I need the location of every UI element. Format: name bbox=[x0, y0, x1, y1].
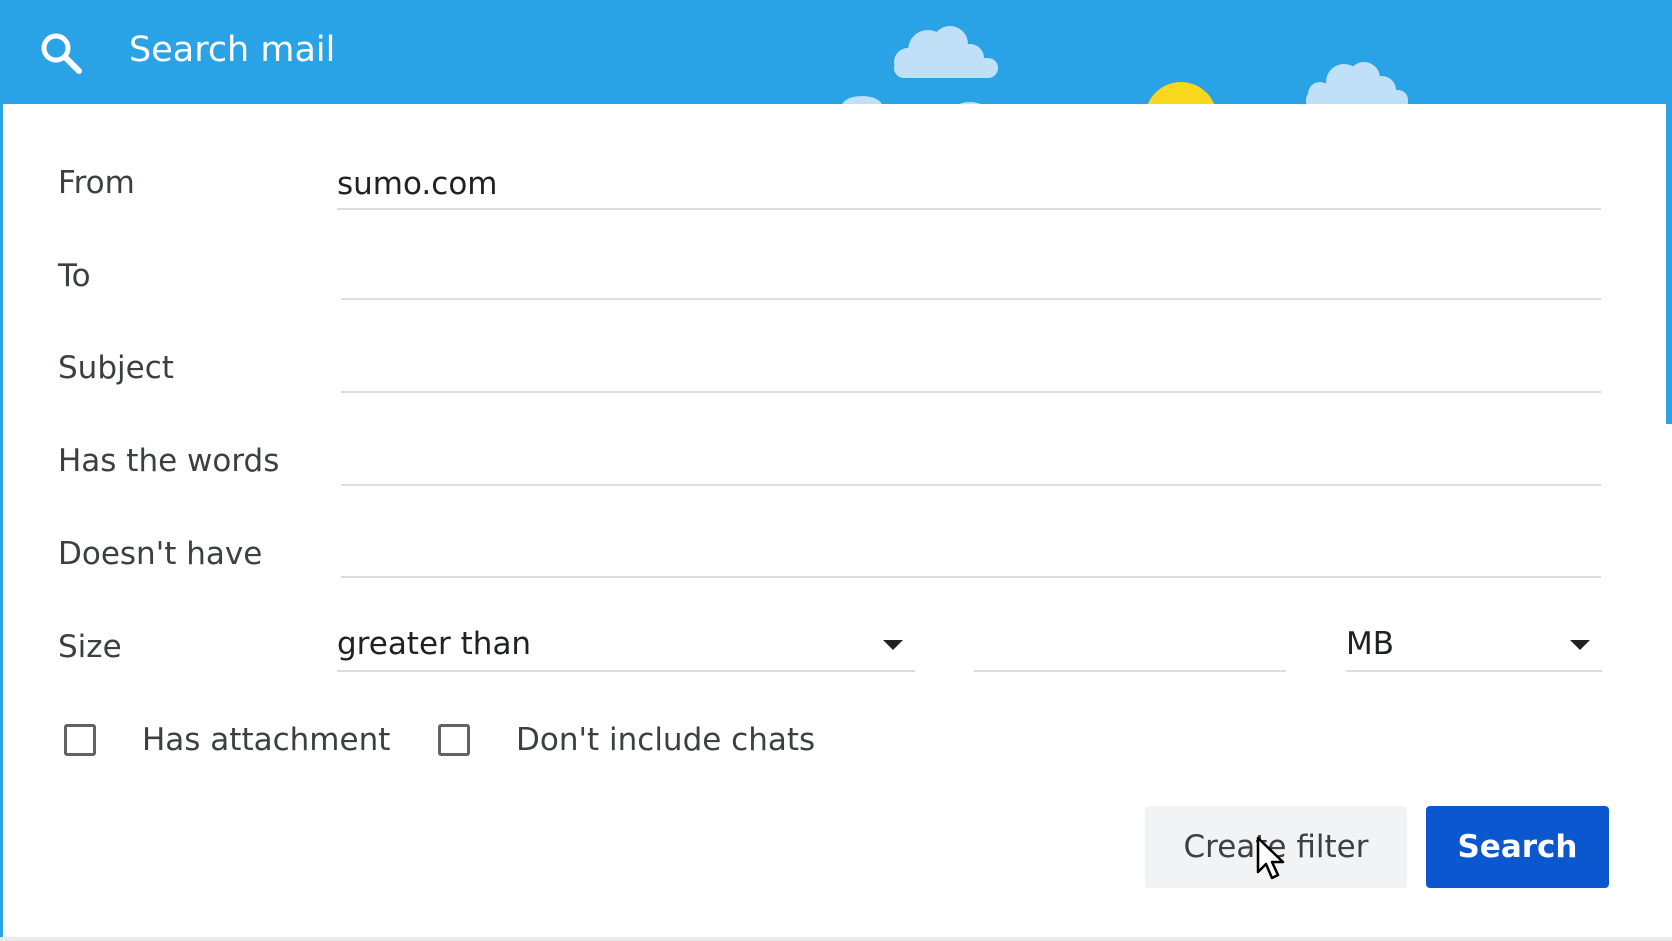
has-words-label: Has the words bbox=[58, 443, 280, 479]
cloud-icon bbox=[842, 96, 981, 104]
sun-icon bbox=[1147, 82, 1215, 104]
size-unit-value: MB bbox=[1346, 626, 1395, 662]
search-header: Search mail bbox=[0, 0, 1672, 104]
cloud-icon bbox=[1306, 62, 1408, 104]
has-attachment-label: Has attachment bbox=[142, 722, 391, 758]
from-field[interactable] bbox=[337, 160, 1601, 210]
bottom-divider bbox=[0, 937, 1672, 941]
dont-include-chats-checkbox[interactable] bbox=[438, 724, 470, 756]
size-unit-select[interactable]: MB bbox=[1346, 622, 1602, 672]
to-label: To bbox=[58, 258, 91, 294]
cloud-icon bbox=[894, 26, 998, 78]
chevron-down-icon bbox=[1570, 640, 1590, 650]
search-icon[interactable] bbox=[38, 30, 84, 76]
dont-include-chats-label: Don't include chats bbox=[516, 722, 816, 758]
from-label: From bbox=[58, 165, 135, 201]
size-amount-field[interactable] bbox=[974, 622, 1286, 672]
size-comparator-select[interactable]: greater than bbox=[337, 622, 915, 672]
mouse-cursor-icon bbox=[1256, 836, 1285, 880]
has-attachment-checkbox[interactable] bbox=[64, 724, 96, 756]
search-input[interactable]: Search mail bbox=[129, 30, 335, 70]
size-comparator-value: greater than bbox=[337, 626, 532, 662]
has-words-field[interactable] bbox=[341, 436, 1601, 486]
subject-field[interactable] bbox=[341, 343, 1601, 393]
subject-label: Subject bbox=[58, 350, 174, 386]
doesnt-have-field[interactable] bbox=[341, 528, 1601, 578]
advanced-search-panel bbox=[3, 104, 1666, 941]
to-field[interactable] bbox=[341, 250, 1601, 300]
right-scrollbar[interactable] bbox=[1666, 104, 1672, 424]
search-button[interactable]: Search bbox=[1426, 806, 1609, 888]
chevron-down-icon bbox=[883, 640, 903, 650]
size-label: Size bbox=[58, 629, 122, 665]
doesnt-have-label: Doesn't have bbox=[58, 536, 263, 572]
